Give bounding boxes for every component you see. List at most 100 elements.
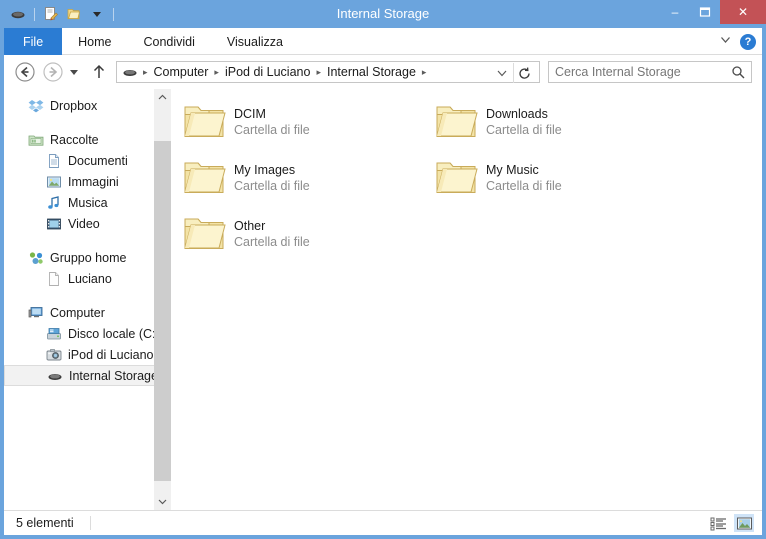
refresh-icon[interactable] [515,64,533,82]
dropbox-icon [28,98,44,114]
sidebar-item-raccolte[interactable]: Raccolte [4,129,154,150]
sidebar-item-documenti[interactable]: Documenti [4,150,154,171]
status-bar: 5 elementi [4,510,762,535]
sidebar-item-musica[interactable]: Musica [4,192,154,213]
details-view-button[interactable] [708,514,728,532]
sidebar-scrollbar-thumb[interactable] [154,141,171,481]
device-icon[interactable] [8,4,28,24]
list-item[interactable]: My Images Cartella di file [182,155,432,205]
maximize-button[interactable] [690,0,720,24]
help-icon[interactable]: ? [740,33,756,50]
homegroup-icon [28,250,44,266]
folder-icon [182,211,226,255]
title-bar: Internal Storage – ✕ [0,0,766,28]
list-item-text: Downloads Cartella di file [486,99,562,138]
sidebar-item-video[interactable]: Video [4,213,154,234]
device-icon [122,65,138,79]
content-area: Dropbox Raccolte Documenti Immagini Musi… [4,89,762,510]
minimize-button[interactable]: – [660,0,690,24]
list-item-text: My Music Cartella di file [486,155,562,194]
window-controls: – ✕ [660,0,766,24]
folder-icon [182,99,226,143]
music-icon [46,195,62,211]
list-item[interactable]: My Music Cartella di file [434,155,684,205]
list-item[interactable]: DCIM Cartella di file [182,99,432,149]
ribbon-tab-bar: File Home Condividi Visualizza ? [4,28,762,55]
forward-button[interactable] [42,61,64,83]
file-type: Cartella di file [234,179,310,193]
quick-access-toolbar [8,0,117,28]
folder-icon [434,99,478,143]
large-icons-view-button[interactable] [734,514,754,532]
breadcrumb-separator: ▸ [316,66,321,77]
sidebar-item-label: Dropbox [50,98,98,113]
list-item[interactable]: Other Cartella di file [182,211,432,261]
sidebar-item-label: iPod di Luciano [68,347,154,362]
explorer-window: Internal Storage – ✕ File Home Condividi… [0,0,766,539]
sidebar-item-dropbox[interactable]: Dropbox [4,95,154,116]
breadcrumb-computer[interactable]: Computer [151,65,212,79]
sidebar-item-immagini[interactable]: Immagini [4,171,154,192]
up-button[interactable] [88,61,110,83]
breadcrumb-ipod[interactable]: iPod di Luciano [222,65,313,79]
close-button[interactable]: ✕ [720,0,766,24]
sidebar-item-label: Internal Storage [69,368,154,383]
list-item[interactable]: Downloads Cartella di file [434,99,684,149]
file-type: Cartella di file [234,235,310,249]
sidebar-item-luciano[interactable]: Luciano [4,268,154,289]
pictures-icon [46,174,62,190]
status-divider [90,516,91,530]
sidebar-item-ipod[interactable]: iPod di Luciano [4,344,154,365]
search-icon[interactable] [731,65,745,79]
tab-condividi[interactable]: Condividi [128,28,211,55]
sidebar-scrollbar[interactable] [154,89,171,510]
file-name: DCIM [234,107,266,121]
recent-locations-button[interactable] [66,61,82,83]
sidebar-item-label: Immagini [68,174,119,189]
tab-file[interactable]: File [4,28,63,55]
new-folder-icon[interactable] [64,4,84,24]
search-input[interactable] [549,64,727,80]
back-button[interactable] [14,61,36,83]
file-type: Cartella di file [234,123,310,137]
properties-icon[interactable] [41,4,61,24]
folder-icon [182,155,226,199]
chevron-up-icon[interactable] [154,89,171,106]
tab-home[interactable]: Home [62,28,127,55]
qat-separator-1 [34,7,35,21]
sidebar-item-label: Computer [50,305,105,320]
documents-icon [46,153,62,169]
sidebar-item-label: Video [68,216,100,231]
search-box[interactable] [548,61,752,83]
sidebar-item-computer[interactable]: Computer [4,302,154,323]
item-count-label: 5 elementi [16,516,74,530]
list-item-text: Other Cartella di file [234,211,310,250]
sidebar-item-disco-locale[interactable]: Disco locale (C:) [4,323,154,344]
file-list[interactable]: DCIM Cartella di file Downloads Cartella… [172,89,762,510]
chevron-down-icon[interactable] [719,33,732,51]
file-name: My Music [486,163,539,177]
address-divider [513,63,514,83]
sidebar-item-gruppo-home[interactable]: Gruppo home [4,247,154,268]
sidebar-item-label: Luciano [68,271,112,286]
navigation-bar: ▸ Computer ▸ iPod di Luciano ▸ Internal … [4,55,762,89]
breadcrumb-separator: ▸ [421,66,427,77]
libraries-icon [28,132,44,148]
tab-visualizza[interactable]: Visualizza [211,28,299,55]
breadcrumb-separator: ▸ [214,66,219,77]
chevron-down-icon[interactable] [154,493,171,510]
sidebar-item-label: Gruppo home [50,250,127,265]
harddrive-icon [46,326,62,342]
breadcrumb-separator: ▸ [143,66,148,77]
address-bar[interactable]: ▸ Computer ▸ iPod di Luciano ▸ Internal … [116,61,540,83]
sidebar-item-internal-storage[interactable]: Internal Storage [4,365,154,386]
user-page-icon [46,271,62,287]
address-dropdown-icon[interactable] [495,66,509,80]
chevron-down-icon[interactable] [87,4,107,24]
folder-icon [434,155,478,199]
computer-icon [28,305,44,321]
file-type: Cartella di file [486,123,562,137]
breadcrumb-internal-storage[interactable]: Internal Storage [324,65,419,79]
